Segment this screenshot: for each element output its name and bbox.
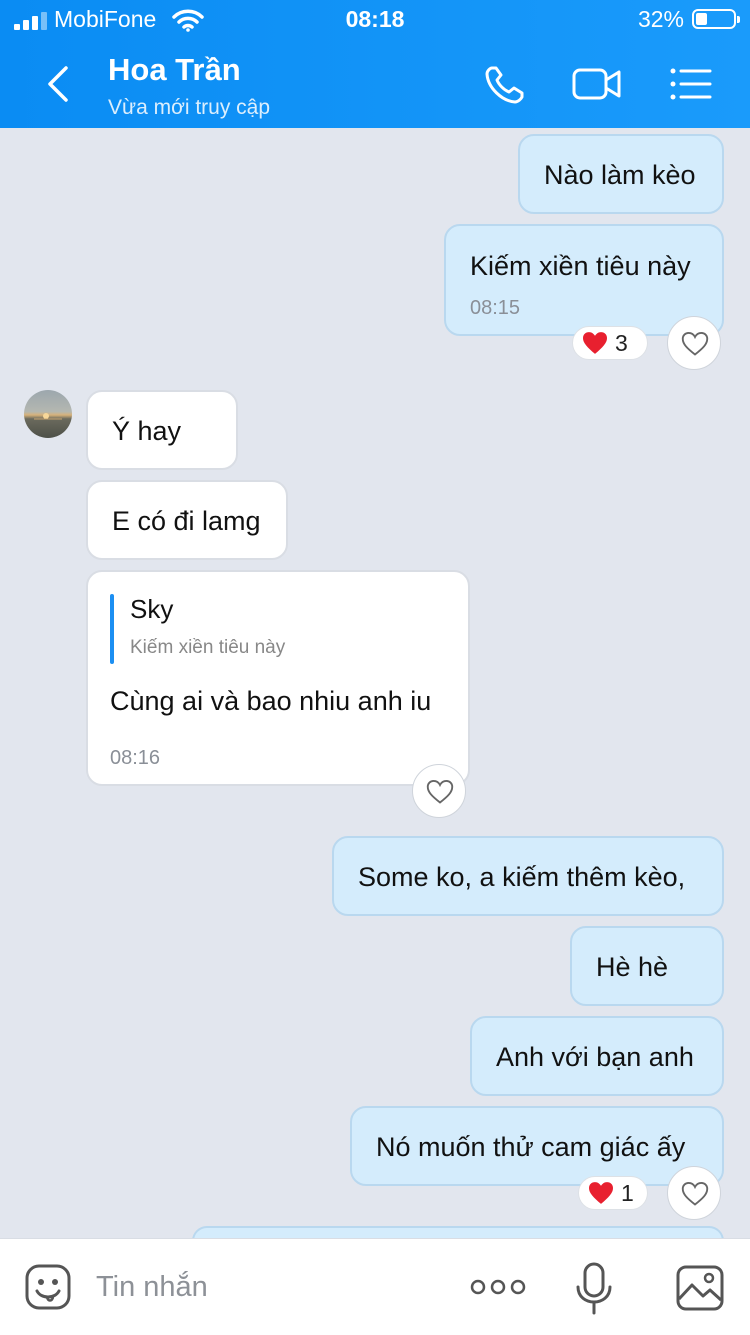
phone-call-icon[interactable] — [482, 62, 532, 106]
heart-outline-icon — [426, 779, 454, 804]
message-text: Nào làm kèo — [544, 160, 696, 190]
status-bar: MobiFone 08:18 32% — [0, 0, 750, 40]
menu-list-icon[interactable] — [666, 62, 716, 106]
quote-bar — [110, 594, 114, 664]
message-input[interactable]: Tin nhắn — [96, 1271, 208, 1304]
contact-status: Vừa mới truy cập — [108, 96, 271, 119]
react-button[interactable] — [667, 1166, 721, 1220]
message-bubble[interactable]: E có đi lamg — [86, 480, 288, 560]
quote-text: Kiếm xiền tiêu này — [130, 637, 286, 658]
video-call-icon[interactable] — [572, 62, 622, 106]
more-options-icon[interactable] — [470, 1275, 526, 1299]
message-text: Cùng ai và bao nhiu anh iu — [110, 686, 432, 716]
battery-percent: 32% — [637, 6, 684, 32]
message-text: Some ko, a kiếm thêm kèo, — [358, 862, 686, 892]
react-button[interactable] — [667, 316, 721, 370]
message-bubble[interactable]: Some ko, a kiếm thêm kèo, — [332, 836, 724, 916]
reaction-count[interactable]: 1 — [578, 1176, 648, 1210]
message-composer: Tin nhắn — [0, 1238, 750, 1335]
heart-reaction-icon — [583, 332, 607, 354]
message-text: Nó muốn thử cam giác ấy — [376, 1132, 686, 1162]
message-bubble[interactable]: Hè hè — [570, 926, 724, 1006]
message-text: Anh với bạn anh — [496, 1042, 694, 1072]
message-text: Ý hay — [112, 416, 182, 446]
battery-icon — [692, 9, 740, 29]
message-time: 08:15 — [470, 297, 521, 319]
heart-outline-icon — [681, 331, 709, 356]
heart-outline-icon — [681, 1181, 709, 1206]
contact-name[interactable]: Hoa Trần — [108, 52, 241, 88]
sticker-emoji-icon[interactable] — [24, 1263, 72, 1311]
quote-author: Sky — [130, 594, 174, 624]
image-gallery-icon[interactable] — [676, 1265, 724, 1311]
reaction-number: 3 — [615, 329, 628, 356]
message-bubble[interactable]: Ý hay — [86, 390, 238, 470]
microphone-icon[interactable] — [574, 1261, 614, 1315]
heart-reaction-icon — [589, 1182, 613, 1204]
message-bubble[interactable]: Anh với bạn anh — [470, 1016, 724, 1096]
message-bubble[interactable]: Nó muốn thử cam giác ấy — [350, 1106, 724, 1186]
message-time: 08:16 — [110, 747, 161, 769]
reaction-number: 1 — [621, 1179, 634, 1206]
reaction-count[interactable]: 3 — [572, 326, 648, 360]
reply-message-bubble[interactable]: Sky Kiếm xiền tiêu này Cùng ai và bao nh… — [86, 570, 470, 786]
back-arrow-icon[interactable] — [40, 62, 80, 106]
contact-avatar[interactable] — [24, 390, 72, 438]
sunset-image — [34, 413, 62, 420]
react-button[interactable] — [412, 764, 466, 818]
message-text: E có đi lamg — [112, 506, 261, 536]
message-text: Kiếm xiền tiêu này — [470, 251, 691, 281]
message-text: Hè hè — [596, 952, 669, 982]
message-bubble[interactable]: Nào làm kèo — [518, 134, 724, 214]
chat-header: MobiFone 08:18 32% Hoa Trần Vừa mới truy… — [0, 0, 750, 128]
